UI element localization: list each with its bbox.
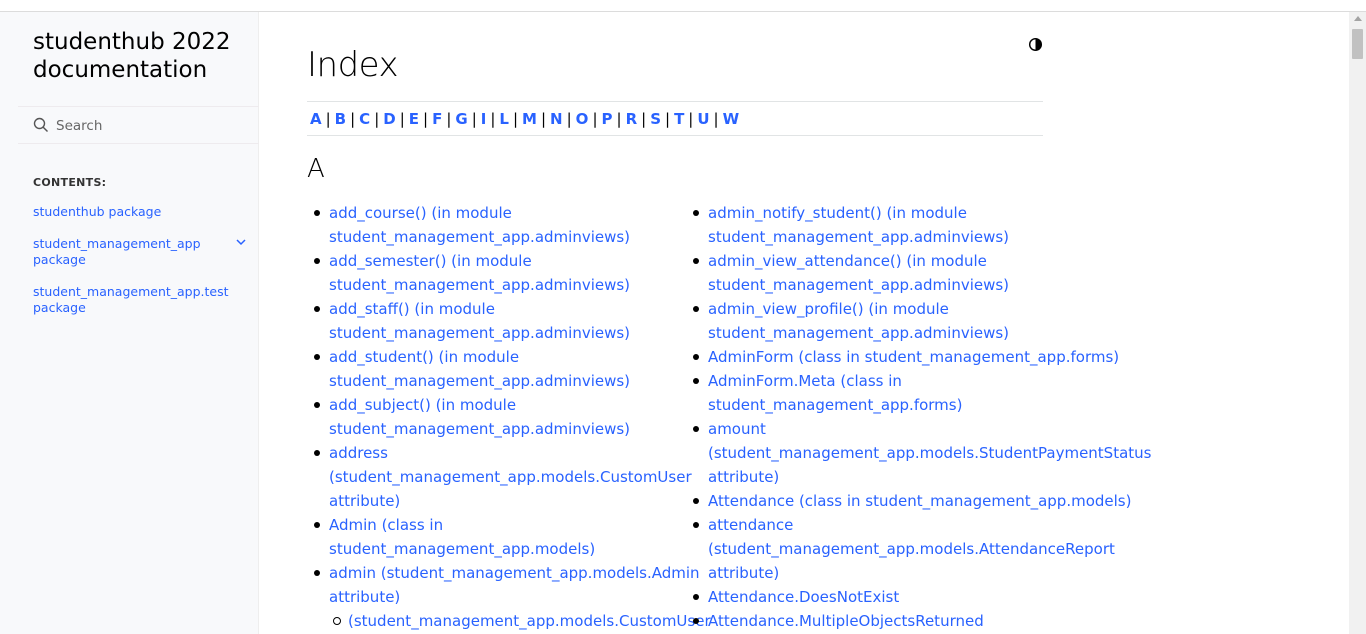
index-entry[interactable]: admin_notify_student() (in module studen…: [693, 201, 1138, 249]
index-entry[interactable]: add_course() (in module student_manageme…: [314, 201, 709, 249]
letter-separator: |: [350, 109, 356, 128]
toc-item-studenthub[interactable]: studenthub package: [33, 204, 248, 220]
letter-link-f[interactable]: F: [432, 110, 442, 128]
index-entry[interactable]: AdminForm (class in student_management_a…: [693, 345, 1138, 369]
index-entry[interactable]: admin_view_profile() (in module student_…: [693, 297, 1138, 345]
section-heading-a: A: [307, 154, 325, 184]
index-entry[interactable]: attendance (student_management_app.model…: [693, 513, 1138, 585]
index-entry[interactable]: AdminForm.Meta (class in student_managem…: [693, 369, 1138, 417]
letter-link-a[interactable]: A: [310, 110, 322, 128]
letter-separator: |: [713, 109, 719, 128]
letter-link-l[interactable]: L: [499, 110, 509, 128]
letter-separator: |: [490, 109, 496, 128]
letter-separator: |: [566, 109, 572, 128]
letter-link-n[interactable]: N: [550, 110, 563, 128]
index-entry[interactable]: add_staff() (in module student_managemen…: [314, 297, 709, 345]
toc-item-student-management-app-test[interactable]: student_management_app.test package: [33, 284, 248, 316]
letter-link-r[interactable]: R: [626, 110, 638, 128]
letter-link-e[interactable]: E: [409, 110, 419, 128]
contents-caption: CONTENTS:: [33, 176, 107, 189]
letter-link-w[interactable]: W: [723, 110, 740, 128]
letter-separator: |: [325, 109, 331, 128]
search-input[interactable]: [56, 116, 246, 136]
index-entry[interactable]: add_student() (in module student_managem…: [314, 345, 709, 393]
toc-item-label: student_management_app package: [33, 236, 201, 267]
letter-separator: |: [616, 109, 622, 128]
page-title: Index: [307, 45, 399, 85]
index-column-left: add_course() (in module student_manageme…: [314, 201, 711, 633]
index-entry[interactable]: Admin (class in student_management_app.m…: [314, 513, 709, 561]
letter-link-t[interactable]: T: [674, 110, 684, 128]
sidebar: studenthub 2022 documentation CONTENTS: …: [0, 12, 259, 634]
letter-index-bar: A | B | C | D | E | F | G | I | L | M | N | O | P | R | S | T | U | W: [307, 101, 1043, 136]
index-entry[interactable]: amount (student_management_app.models.St…: [693, 417, 1151, 489]
letter-link-d[interactable]: D: [383, 110, 395, 128]
index-entry[interactable]: Attendance (class in student_management_…: [693, 489, 1138, 513]
search-box[interactable]: [18, 106, 259, 144]
browser-top-edge: [0, 0, 1366, 12]
letter-link-s[interactable]: S: [650, 110, 661, 128]
theme-toggle-icon[interactable]: [1028, 37, 1043, 52]
toc-item-student-management-app[interactable]: student_management_app package: [33, 236, 248, 268]
chevron-down-icon[interactable]: [235, 236, 247, 248]
index-entry[interactable]: admin (student_management_app.models.Adm…: [314, 561, 709, 609]
index-sub-entry[interactable]: (student_management_app.models.CustomUse…: [329, 609, 711, 633]
toc-item-label: studenthub package: [33, 204, 162, 219]
index-column-right: admin_notify_student() (in module studen…: [693, 201, 1151, 633]
letter-separator: |: [471, 109, 477, 128]
letter-link-u[interactable]: U: [697, 110, 709, 128]
letter-separator: |: [374, 109, 380, 128]
letter-separator: |: [641, 109, 647, 128]
main-content: Index A | B | C | D | E | F | G | I | L | M | N | O | P | R | S | T | U |…: [259, 12, 1366, 634]
letter-link-p[interactable]: P: [602, 110, 613, 128]
index-entry[interactable]: admin_view_attendance() (in module stude…: [693, 249, 1138, 297]
scrollbar-thumb[interactable]: [1352, 29, 1363, 59]
search-icon: [33, 117, 48, 132]
toc-item-label: student_management_app.test package: [33, 284, 229, 315]
letter-separator: |: [592, 109, 598, 128]
index-entry[interactable]: add_semester() (in module student_manage…: [314, 249, 709, 297]
letter-link-b[interactable]: B: [335, 110, 346, 128]
letter-link-g[interactable]: G: [455, 110, 467, 128]
letter-link-o[interactable]: O: [576, 110, 589, 128]
index-entry[interactable]: address (student_management_app.models.C…: [314, 441, 709, 513]
index-entry[interactable]: Attendance.DoesNotExist: [693, 585, 1138, 609]
letter-separator: |: [688, 109, 694, 128]
letter-link-i[interactable]: I: [481, 110, 487, 128]
scroll-up-arrow-icon[interactable]: [1354, 16, 1362, 21]
letter-separator: |: [665, 109, 671, 128]
letter-separator: |: [540, 109, 547, 128]
index-entry[interactable]: add_subject() (in module student_managem…: [314, 393, 709, 441]
letter-separator: |: [512, 109, 519, 128]
index-entry[interactable]: Attendance.MultipleObjectsReturned: [693, 609, 1138, 633]
letter-separator: |: [423, 109, 429, 128]
letter-link-c[interactable]: C: [359, 110, 370, 128]
vertical-scrollbar[interactable]: [1349, 12, 1366, 634]
toc-list: studenthub package student_management_ap…: [33, 204, 248, 332]
site-brand[interactable]: studenthub 2022 documentation: [33, 28, 253, 84]
letter-separator: |: [446, 109, 452, 128]
letter-link-m[interactable]: M: [522, 110, 537, 128]
letter-separator: |: [399, 109, 405, 128]
